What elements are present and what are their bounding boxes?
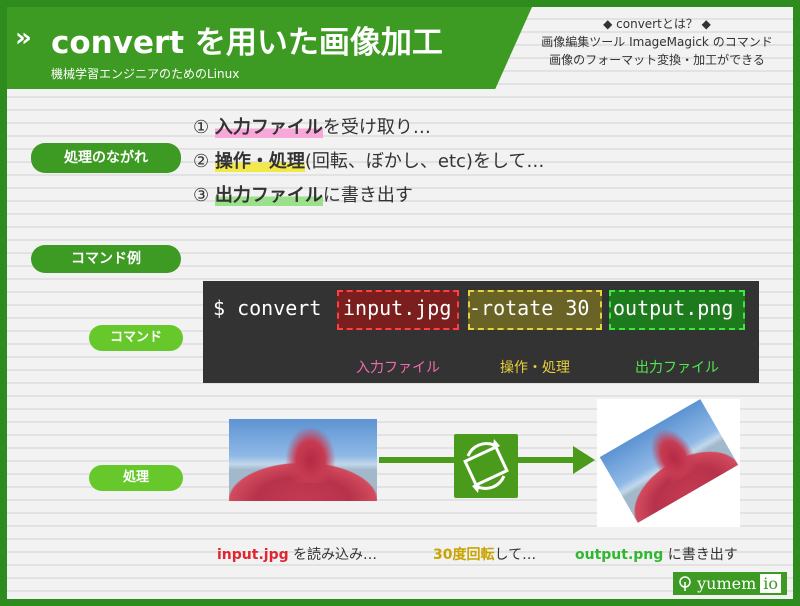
rotate-icon	[454, 434, 518, 498]
site-logo: yumem io	[673, 572, 787, 595]
process-label: 処理	[89, 465, 183, 491]
convert-note: ◆ convertとは？ ◆ 画像編集ツール ImageMagick のコマンド…	[527, 15, 787, 69]
rotated-photo	[599, 399, 739, 523]
caption-file: output.png	[575, 547, 664, 563]
flow-label: 処理のながれ	[31, 143, 181, 173]
logo-suffix: io	[760, 574, 781, 593]
flow-steps: ① 入力ファイルを受け取り… ② 操作・処理(回転、ぼかし、etc)をして… ③…	[193, 111, 544, 213]
command-operation: -rotate 30	[469, 296, 590, 320]
step-text: (回転、ぼかし、etc)をして…	[304, 151, 545, 172]
output-image	[597, 399, 740, 527]
caption-op: 30度回転	[433, 547, 495, 563]
step-highlight: 操作・処理	[214, 151, 305, 172]
flow-step: ② 操作・処理(回転、ぼかし、etc)をして…	[193, 145, 544, 179]
terminal: $ convert input.jpg -rotate 30 output.pn…	[203, 281, 759, 383]
step-number: ③	[193, 185, 210, 206]
step-number: ①	[193, 117, 210, 138]
note-line: 画像編集ツール ImageMagick のコマンド	[541, 35, 773, 49]
step-text: に書き出す	[322, 185, 413, 206]
page-title: convert を用いた画像加工	[51, 25, 443, 61]
note-line: 画像のフォーマット変換・加工ができる	[549, 53, 765, 67]
arrow-line	[379, 457, 455, 463]
arrow-head-icon	[573, 446, 595, 474]
command-prompt: $ convert	[213, 296, 322, 320]
caption-text: して…	[494, 547, 537, 563]
slide: » convert を用いた画像加工 機械学習エンジニアのためのLinux ◆ …	[7, 7, 793, 599]
double-chevron-icon: »	[15, 23, 32, 53]
note-line: ◆ convertとは？ ◆	[603, 17, 711, 31]
step-text: を受け取り…	[322, 117, 431, 138]
output-caption: 出力ファイル	[635, 360, 719, 376]
logo-text: yumem	[697, 574, 757, 593]
page-subtitle: 機械学習エンジニアのためのLinux	[51, 67, 240, 81]
arrow-line	[518, 457, 574, 463]
caption-operation: 30度回転して…	[433, 544, 536, 564]
operation-caption: 操作・処理	[500, 360, 570, 376]
step-highlight: 入力ファイル	[214, 117, 323, 138]
plant	[285, 425, 336, 483]
input-caption: 入力ファイル	[356, 360, 440, 376]
caption-input: input.jpg を読み込み…	[217, 544, 377, 564]
flow-step: ① 入力ファイルを受け取り…	[193, 111, 544, 145]
caption-file: input.jpg	[217, 547, 289, 563]
command-label: コマンド	[89, 325, 183, 351]
input-image	[229, 419, 377, 501]
flow-step: ③ 出力ファイルに書き出す	[193, 179, 544, 213]
caption-text: を読み込み…	[288, 547, 378, 563]
step-number: ②	[193, 151, 210, 172]
tree-icon	[679, 575, 691, 591]
caption-output: output.png に書き出す	[575, 544, 738, 564]
command-output: output.png	[613, 296, 734, 320]
example-label: コマンド例	[31, 245, 181, 273]
step-highlight: 出力ファイル	[214, 185, 323, 206]
caption-text: に書き出す	[663, 547, 738, 563]
command-input: input.jpg	[343, 296, 452, 320]
